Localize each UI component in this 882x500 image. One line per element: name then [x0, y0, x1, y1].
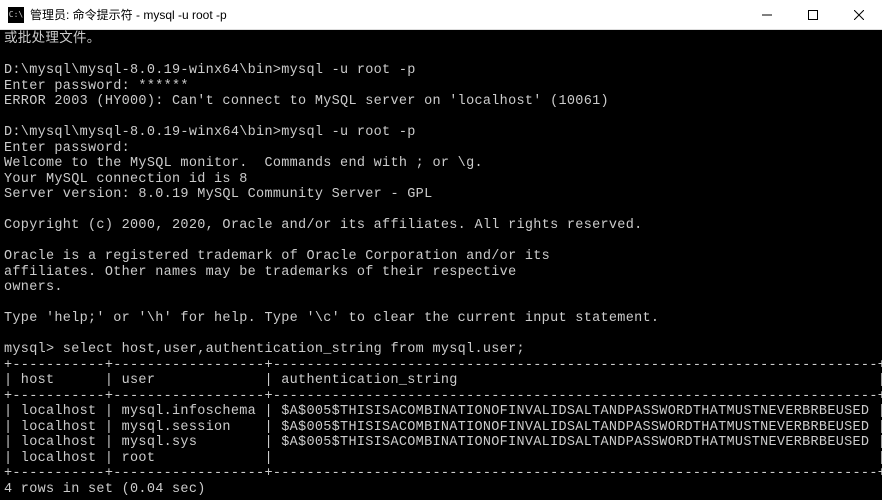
maximize-button[interactable]: [790, 0, 836, 29]
close-button[interactable]: [836, 0, 882, 29]
maximize-icon: [808, 10, 818, 20]
window-controls: [744, 0, 882, 29]
terminal-output[interactable]: 或批处理文件。 D:\mysql\mysql-8.0.19-winx64\bin…: [0, 30, 882, 500]
cmd-icon: C:\: [8, 7, 24, 23]
minimize-icon: [762, 10, 772, 20]
close-icon: [854, 10, 864, 20]
window-title: 管理员: 命令提示符 - mysql -u root -p: [30, 6, 744, 23]
minimize-button[interactable]: [744, 0, 790, 29]
window-titlebar: C:\ 管理员: 命令提示符 - mysql -u root -p: [0, 0, 882, 30]
